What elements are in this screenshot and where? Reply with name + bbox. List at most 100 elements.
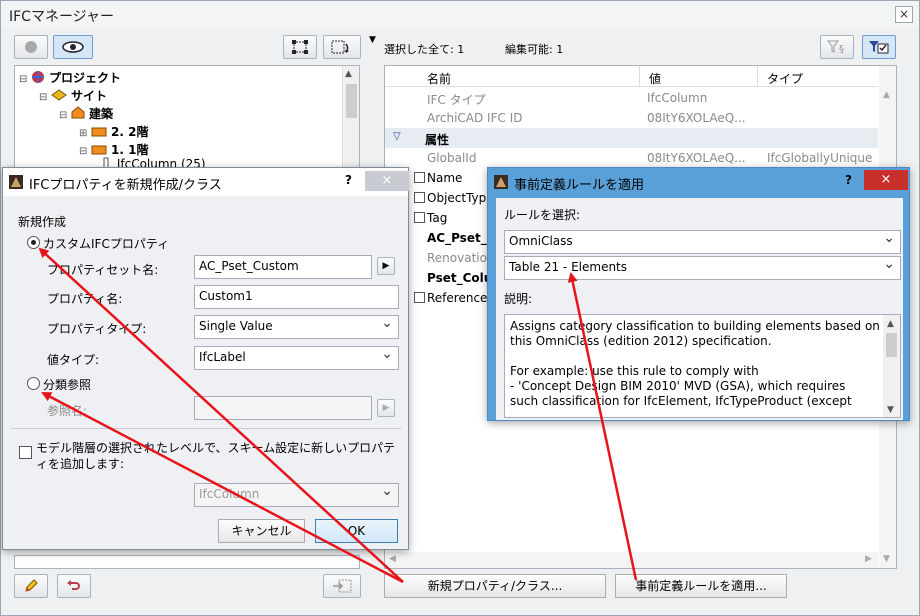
filter-check-icon [869,41,889,54]
row-name: AC_Pset_ [427,231,487,245]
description-line: For example: use this rule to comply wit… [510,364,759,378]
help-button[interactable]: ? [345,173,352,187]
row-checkbox[interactable] [414,192,425,203]
description-line: Assigns category classification to build… [510,319,880,333]
classification-radio[interactable] [27,377,40,390]
rule-dialog-title: 事前定義ルールを適用 [514,178,645,193]
row-checkbox[interactable] [414,172,425,183]
tree-item-project[interactable]: ⊟ プロジェクト [19,69,121,86]
title-bar: IFCマネージャー × [1,1,919,28]
expand-icon[interactable]: ▽ [393,131,401,142]
row-name: 属性 [425,133,450,147]
story-icon [91,127,107,137]
row-checkbox[interactable] [414,212,425,223]
table-row[interactable]: ArchiCAD IFC ID 08ItY6XOLAeQ... [385,108,878,128]
new-section-label: 新規作成 [18,215,67,229]
scroll-right-icon[interactable]: ▶ [865,554,872,564]
new-property-dialog: IFCプロパティを新規作成/クラス ? × 新規作成 カスタムIFCプロパティ … [2,167,409,550]
rule-dialog-body: ルールを選択: OmniClass Table 21 - Elements 説明… [496,198,903,420]
scroll-thumb[interactable] [346,84,357,118]
table-hscrollbar[interactable]: ◀ ▶ [385,552,878,568]
tree-item-building[interactable]: ⊟ 建築 [59,105,113,122]
scroll-down-icon[interactable]: ▼ [887,403,894,417]
rule-category-select[interactable]: OmniClass [504,230,901,254]
filter-settings-button[interactable]: § [820,35,854,59]
filter-toggle-button[interactable] [14,35,48,59]
close-button[interactable]: × [895,6,913,23]
rotate-select-button[interactable] [323,35,361,59]
add-to-scheme-checkbox[interactable] [19,446,32,459]
description-line: such classification for IfcElement, IfcT… [510,394,852,408]
apply-rule-button[interactable]: 事前定義ルールを適用... [615,574,787,598]
table-row[interactable]: GlobalId 08ItY6XOLAeQ... IfcGloballyUnique [385,148,878,168]
description-scrollbar[interactable]: ▲ ▼ [883,315,900,417]
selected-count: 選択した全て: 1 [384,43,465,56]
table-header: 名前 値 タイプ [385,66,878,87]
table-row[interactable]: ▽ 属性 [385,128,878,148]
property-name-input[interactable]: Custom1 [194,285,399,309]
cancel-button[interactable]: キャンセル [218,519,305,543]
scroll-up-icon[interactable]: ▲ [887,317,894,332]
add-to-scheme-line1: モデル階層の選択されたレベルで、スキーム設定に新しいプロパテ [36,441,396,455]
description-line [510,349,895,364]
description-text: Assigns category classification to build… [510,319,895,409]
pset-input[interactable]: AC_Pset_Custom [194,255,372,279]
scheme-select[interactable]: IfcColumn [194,483,399,507]
new-property-button[interactable]: 新規プロパティ/クラス... [384,574,606,598]
value-type-select[interactable]: IfcLabel [194,346,399,370]
table-row[interactable]: IFC タイプ IfcColumn [385,88,878,108]
scroll-thumb[interactable] [886,333,897,357]
filter-active-button[interactable] [862,35,896,59]
description-line: - 'Concept Design BIM 2010' MVD (GSA), w… [510,379,846,393]
rule-help-button[interactable]: ? [845,173,852,187]
building-icon [71,106,85,119]
row-name: Renovatio [427,251,487,265]
undo-button[interactable] [57,574,91,598]
undo-icon [67,580,80,590]
scroll-up-icon[interactable]: ▲ [883,90,890,100]
import-icon [333,579,352,593]
scroll-up-icon[interactable]: ▲ [345,69,352,79]
description-label: 説明: [504,292,533,306]
rule-close-button[interactable]: × [864,170,908,190]
row-value: IfcColumn [647,91,708,105]
scroll-left-icon[interactable]: ◀ [389,554,396,564]
site-icon [51,89,68,101]
visibility-button[interactable] [53,35,93,59]
import-button[interactable] [323,574,361,598]
tree-item-site[interactable]: ⊟ サイト [39,87,107,104]
pencil-icon [25,579,38,592]
eye-icon [62,41,84,53]
scroll-down-icon[interactable]: ▼ [883,554,890,564]
collapse-arrow-icon[interactable]: ▼ [369,35,376,45]
tree-item-floor-2[interactable]: ⊞ 2. 2階 [79,123,148,140]
dialog-close-button[interactable]: × [365,171,409,191]
add-to-scheme-line2: ィを追加します: [36,457,125,471]
row-name: Name [427,171,463,185]
description-line: this OmniClass (edition 2012) specificat… [510,334,772,348]
property-type-select[interactable]: Single Value [194,315,399,339]
divider [11,428,401,429]
reference-menu-button[interactable]: ▶ [377,399,395,417]
tree-hscrollbar[interactable] [14,555,360,569]
edit-button[interactable] [14,574,48,598]
custom-property-radio[interactable] [27,236,40,249]
property-name-label: プロパティ名: [47,292,123,306]
reference-name-label: 参照名: [47,404,88,418]
col-value: 値 [649,72,662,86]
reference-name-input[interactable] [194,396,372,420]
row-name: ArchiCAD IFC ID [427,111,523,125]
select-nodes-button[interactable] [283,35,317,59]
pset-menu-button[interactable]: ▶ [377,257,395,275]
circle-icon [25,41,37,53]
row-checkbox[interactable] [414,292,425,303]
model-tree[interactable]: ▲ ⊟ プロジェクト ⊟ サイト ⊟ 建築 ⊞ 2. 2階 ⊟ 1. 1階 If… [14,65,360,171]
row-value: 08ItY6XOLAeQ... [647,151,746,165]
rule-table-select[interactable]: Table 21 - Elements [504,256,901,280]
tree-scrollbar[interactable]: ▲ [342,66,359,168]
ok-button[interactable]: OK [315,519,398,543]
nodes-icon [292,40,308,54]
dialog-title-bar: IFCプロパティを新規作成/クラス ? × [3,168,409,196]
tree-item-floor-1[interactable]: ⊟ 1. 1階 [79,141,148,158]
select-rule-label: ルールを選択: [504,208,581,222]
